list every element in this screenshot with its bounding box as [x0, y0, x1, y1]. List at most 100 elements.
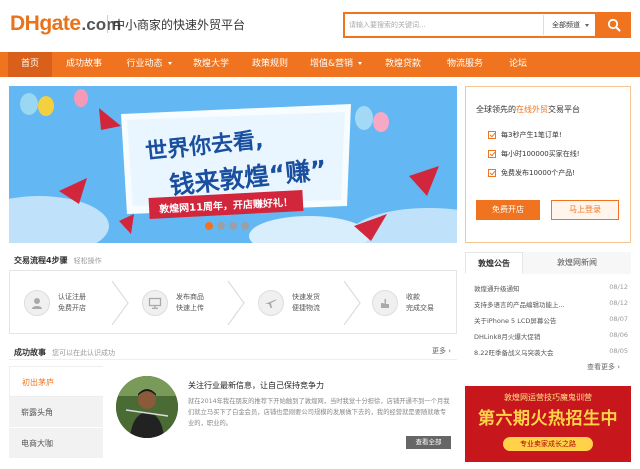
- notice-date: 08/12: [609, 283, 628, 291]
- step-line1: 认证注册: [58, 293, 86, 301]
- process-step-publish[interactable]: 发布商品 快速上传: [142, 283, 204, 323]
- training-camp-ad[interactable]: 敦煌网运营技巧魔鬼训营 第六期火热招生中 专业卖家成长之路: [465, 386, 631, 462]
- notice-more-link[interactable]: 查看更多 ›: [587, 362, 620, 372]
- user-icon: [24, 290, 50, 316]
- search-scope-select[interactable]: 全部频道: [543, 15, 595, 35]
- logo-dh: DH: [10, 12, 40, 35]
- notice-date: 08/05: [609, 347, 628, 355]
- tab-expert[interactable]: 电商大咖: [9, 428, 103, 459]
- notice-date: 08/12: [609, 299, 628, 307]
- story-category-tabs: 初出茅庐 崭露头角 电商大咖: [9, 366, 103, 459]
- notice-row[interactable]: 敦煌通升级通知 08/12: [474, 283, 628, 299]
- chevron-right-icon: ›: [617, 363, 621, 371]
- nav-item-label: 政策规则: [251, 59, 288, 69]
- ad-top-text: 敦煌网运营技巧魔鬼训营: [504, 393, 592, 402]
- promo-panel: 全球领先的在线外贸交易平台 每3秒产生1笔订单! 每小时100000买家在线! …: [465, 86, 631, 243]
- chevron-down-icon: [167, 62, 172, 65]
- notice-row[interactable]: 支持多语言的产品编辑功能上... 08/12: [474, 299, 628, 315]
- nav-item[interactable]: 论坛: [496, 52, 540, 77]
- more-label: 查看更多: [587, 363, 615, 371]
- promo-item-text: 免费发布10000个产品!: [501, 168, 576, 177]
- success-stories-header: 成功故事 您可以在此认识成功 更多 ›: [9, 344, 457, 360]
- tab-news[interactable]: 敦煌网新闻: [523, 252, 631, 274]
- checkbox-icon: [488, 130, 496, 139]
- story-avatar-photo[interactable]: [116, 376, 178, 438]
- airplane-icon: [258, 290, 284, 316]
- step-line2: 便捷物流: [292, 304, 320, 312]
- process-step-ship[interactable]: 快速发货 便捷物流: [258, 283, 320, 323]
- checkbox-icon: [488, 168, 496, 177]
- open-store-button[interactable]: 免费开店: [476, 200, 540, 220]
- dhgate-logo[interactable]: DH gate .com: [10, 12, 121, 36]
- step-line2: 免费开店: [58, 304, 86, 312]
- search-input[interactable]: [349, 17, 529, 33]
- success-heading-title: 成功故事: [14, 348, 46, 357]
- chevron-down-icon: [358, 62, 363, 65]
- promo-title-highlight: 在线外贸: [516, 105, 548, 114]
- notice-row[interactable]: 8.22旺季备战义乌突袭大会 08/05: [474, 347, 628, 363]
- main-nav: 首页 成功故事 行业动态 敦煌大学 政策规则 增值&营销 敦煌贷款 物流服务 论坛: [0, 52, 640, 77]
- tab-announcements[interactable]: 敦煌公告: [465, 252, 523, 274]
- promo-title-pre: 全球领先的: [476, 105, 516, 114]
- search-box: 全部频道: [343, 12, 597, 38]
- ad-main-text: 第六期火热招生中: [478, 409, 618, 429]
- carousel-dot-active[interactable]: [205, 222, 213, 230]
- search-icon: [607, 18, 621, 32]
- step-line1: 发布商品: [176, 293, 204, 301]
- view-all-button[interactable]: 查看全部: [406, 436, 451, 449]
- notice-title: 8.22旺季备战义乌突袭大会: [474, 349, 554, 357]
- step-line1: 收款: [406, 293, 420, 301]
- story-title[interactable]: 关注行业最新信息，让自己保持竞争力: [188, 380, 324, 391]
- notice-title: 支持多语言的产品编辑功能上...: [474, 301, 565, 309]
- promo-item: 免费发布10000个产品!: [488, 163, 580, 182]
- promo-item-text: 每小时100000买家在线!: [501, 149, 580, 158]
- promo-title-post: 交易平台: [548, 105, 580, 114]
- promo-title: 全球领先的在线外贸交易平台: [476, 104, 580, 115]
- nav-item-label: 成功故事: [65, 59, 102, 69]
- search-button[interactable]: [597, 12, 631, 38]
- nav-item[interactable]: 政策规则: [240, 52, 300, 77]
- nav-item[interactable]: 成功故事: [52, 52, 116, 77]
- notice-row[interactable]: DHLink8月火爆大促销 08/06: [474, 331, 628, 347]
- success-heading-sub: 您可以在此认识成功: [52, 349, 115, 357]
- story-body: 就在2014年我在朋友的推荐下开始触到了敦煌网，当时我觉十分担徐，店铺开通不到一…: [188, 398, 450, 427]
- nav-item[interactable]: 首页: [8, 52, 52, 77]
- process-heading: 交易流程4步骤 轻松操作: [14, 255, 102, 266]
- nav-item-label: 首页: [20, 59, 39, 69]
- notice-title: 敦煌通升级通知: [474, 285, 520, 293]
- site-tagline: 中小商家的快速外贸平台: [113, 18, 246, 32]
- chevron-right-icon: [343, 280, 361, 326]
- tab-beginner[interactable]: 初出茅庐: [9, 366, 103, 397]
- process-heading-title: 交易流程4步骤: [14, 256, 68, 265]
- chevron-right-icon: [111, 280, 129, 326]
- notice-list: 敦煌通升级通知 08/12 支持多语言的产品编辑功能上... 08/12 关于iPhon…: [474, 283, 628, 363]
- carousel-dot[interactable]: [241, 222, 249, 230]
- notice-title: DHLink8月火爆大促销: [474, 333, 541, 341]
- search-scope-label: 全部频道: [552, 21, 580, 29]
- nav-item-label: 行业动态: [126, 59, 163, 69]
- process-step-register[interactable]: 认证注册 免费开店: [24, 283, 86, 323]
- success-more-link[interactable]: 更多 ›: [432, 346, 451, 356]
- nav-item[interactable]: 行业动态: [116, 52, 182, 77]
- nav-item-label: 增值&营销: [309, 59, 354, 69]
- process-heading-sub: 轻松操作: [73, 257, 102, 265]
- carousel-dot[interactable]: [217, 222, 225, 230]
- nav-item[interactable]: 敦煌贷款: [372, 52, 434, 77]
- success-heading: 成功故事 您可以在此认识成功: [14, 347, 115, 358]
- process-steps: 认证注册免费开店 发布商品 快速上传 快速发货 便捷物流 收款 完成交易: [9, 270, 457, 334]
- login-button[interactable]: 马上登录: [551, 200, 619, 220]
- nav-item[interactable]: 敦煌大学: [182, 52, 240, 77]
- hand-icon: [372, 290, 398, 316]
- chevron-right-icon: ›: [448, 347, 451, 355]
- process-step-payment[interactable]: 收款 完成交易: [372, 283, 434, 323]
- more-label: 更多: [431, 347, 446, 355]
- nav-item[interactable]: 物流服务: [434, 52, 496, 77]
- tab-rising[interactable]: 崭露头角: [9, 397, 103, 428]
- hero-banner[interactable]: 世界你去看, 钱来敦煌“赚” 敦煌网11周年，开店赚好礼！: [9, 86, 457, 243]
- promo-list: 每3秒产生1笔订单! 每小时100000买家在线! 免费发布10000个产品!: [488, 125, 580, 182]
- chevron-right-icon: [227, 280, 245, 326]
- notice-date: 08/07: [609, 315, 628, 323]
- carousel-dot[interactable]: [229, 222, 237, 230]
- notice-row[interactable]: 关于iPhone 5 LCD屏幕公告 08/07: [474, 315, 628, 331]
- nav-item[interactable]: 增值&营销: [300, 52, 372, 77]
